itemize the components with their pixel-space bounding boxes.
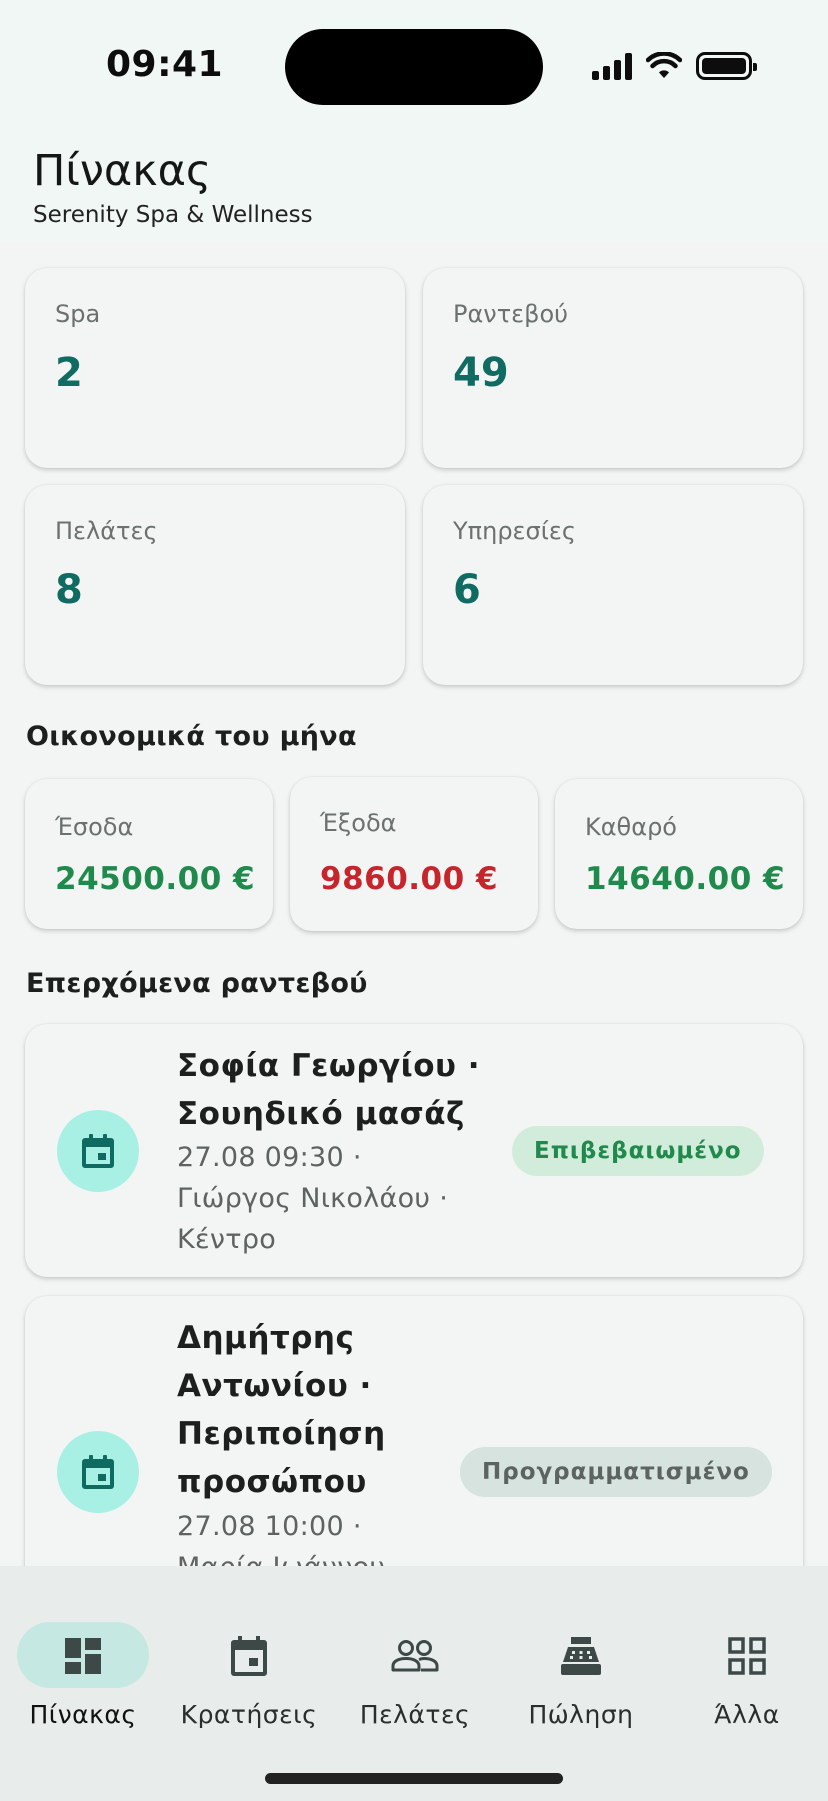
dashboard-icon [58, 1634, 108, 1678]
stat-value: 6 [453, 567, 481, 613]
nav-item-dashboard[interactable]: Πίνακας [0, 1594, 166, 1729]
nav-label: Κρατήσεις [180, 1700, 318, 1729]
appointment-card[interactable]: Δημήτρης Αντωνίου · Περιποίηση προσώπου … [25, 1296, 803, 1624]
home-indicator[interactable] [265, 1773, 563, 1784]
nav-label: Άλλα [714, 1700, 780, 1729]
appointment-icon-badge [57, 1431, 139, 1513]
appointments-section-title: Επερχόμενα ραντεβού [26, 968, 368, 999]
bottom-navigation: Πίνακας Κρατήσεις Πελάτες Πώληση Άλλα [0, 1566, 828, 1801]
appointment-card[interactable]: Σοφία Γεωργίου · Σουηδικό μασάζ 27.08 09… [25, 1024, 803, 1277]
stat-card-appointments[interactable]: Ραντεβού 49 [423, 268, 803, 468]
stat-value: 8 [55, 567, 83, 613]
battery-icon [696, 52, 757, 80]
appointment-meta: 27.08 09:30 · Γιώργος Νικολάου · Κέντρο [177, 1142, 449, 1255]
dynamic-island [285, 29, 543, 105]
appointment-title: Δημήτρης Αντωνίου · Περιποίηση προσώπου [177, 1320, 386, 1500]
cash-register-icon [556, 1634, 606, 1678]
finance-value: 14640.00 € [585, 861, 786, 897]
finance-section-title: Οικονομικά του μήνα [26, 721, 357, 752]
stat-label: Πελάτες [55, 517, 158, 545]
status-icons [592, 48, 757, 84]
people-icon [390, 1634, 440, 1678]
stat-card-spa[interactable]: Spa 2 [25, 268, 405, 468]
stat-label: Ραντεβού [453, 300, 569, 328]
nav-label: Πελάτες [359, 1700, 471, 1729]
grid-icon [722, 1634, 772, 1678]
stat-value: 49 [453, 350, 509, 396]
nav-item-clients[interactable]: Πελάτες [332, 1594, 498, 1729]
appointment-title: Σοφία Γεωργίου · Σουηδικό μασάζ [177, 1048, 481, 1132]
stat-value: 2 [55, 350, 83, 396]
nav-item-bookings[interactable]: Κρατήσεις [166, 1594, 332, 1729]
finance-card-expenses: Έξοδα 9860.00 € [290, 777, 538, 931]
calendar-icon [82, 1134, 114, 1168]
status-time: 09:41 [106, 44, 224, 85]
finance-value: 9860.00 € [320, 861, 499, 897]
app-header: Πίνακας Serenity Spa & Wellness [0, 130, 828, 242]
stat-card-services[interactable]: Υπηρεσίες 6 [423, 485, 803, 685]
finance-label: Έξοδα [320, 809, 397, 837]
status-badge: Προγραμματισμένο [460, 1447, 772, 1497]
nav-item-more[interactable]: Άλλα [664, 1594, 828, 1729]
appointment-icon-badge [57, 1110, 139, 1192]
stat-card-clients[interactable]: Πελάτες 8 [25, 485, 405, 685]
nav-label: Πώληση [528, 1700, 634, 1729]
finance-label: Καθαρό [585, 813, 677, 841]
page-subtitle: Serenity Spa & Wellness [33, 202, 313, 228]
finance-card-net: Καθαρό 14640.00 € [555, 779, 803, 929]
nav-label: Πίνακας [29, 1700, 137, 1729]
nav-item-sale[interactable]: Πώληση [498, 1594, 664, 1729]
finance-card-income: Έσοδα 24500.00 € [25, 779, 273, 929]
calendar-icon [82, 1455, 114, 1489]
finance-label: Έσοδα [55, 813, 134, 841]
cellular-signal-icon [592, 52, 632, 80]
status-bar: 09:41 [0, 0, 828, 130]
finance-value: 24500.00 € [55, 861, 256, 897]
status-badge: Επιβεβαιωμένο [512, 1126, 764, 1176]
stat-label: Spa [55, 300, 101, 328]
stat-label: Υπηρεσίες [453, 517, 576, 545]
calendar-icon [224, 1634, 274, 1678]
wifi-icon [646, 52, 682, 78]
page-title: Πίνακας [33, 146, 212, 196]
